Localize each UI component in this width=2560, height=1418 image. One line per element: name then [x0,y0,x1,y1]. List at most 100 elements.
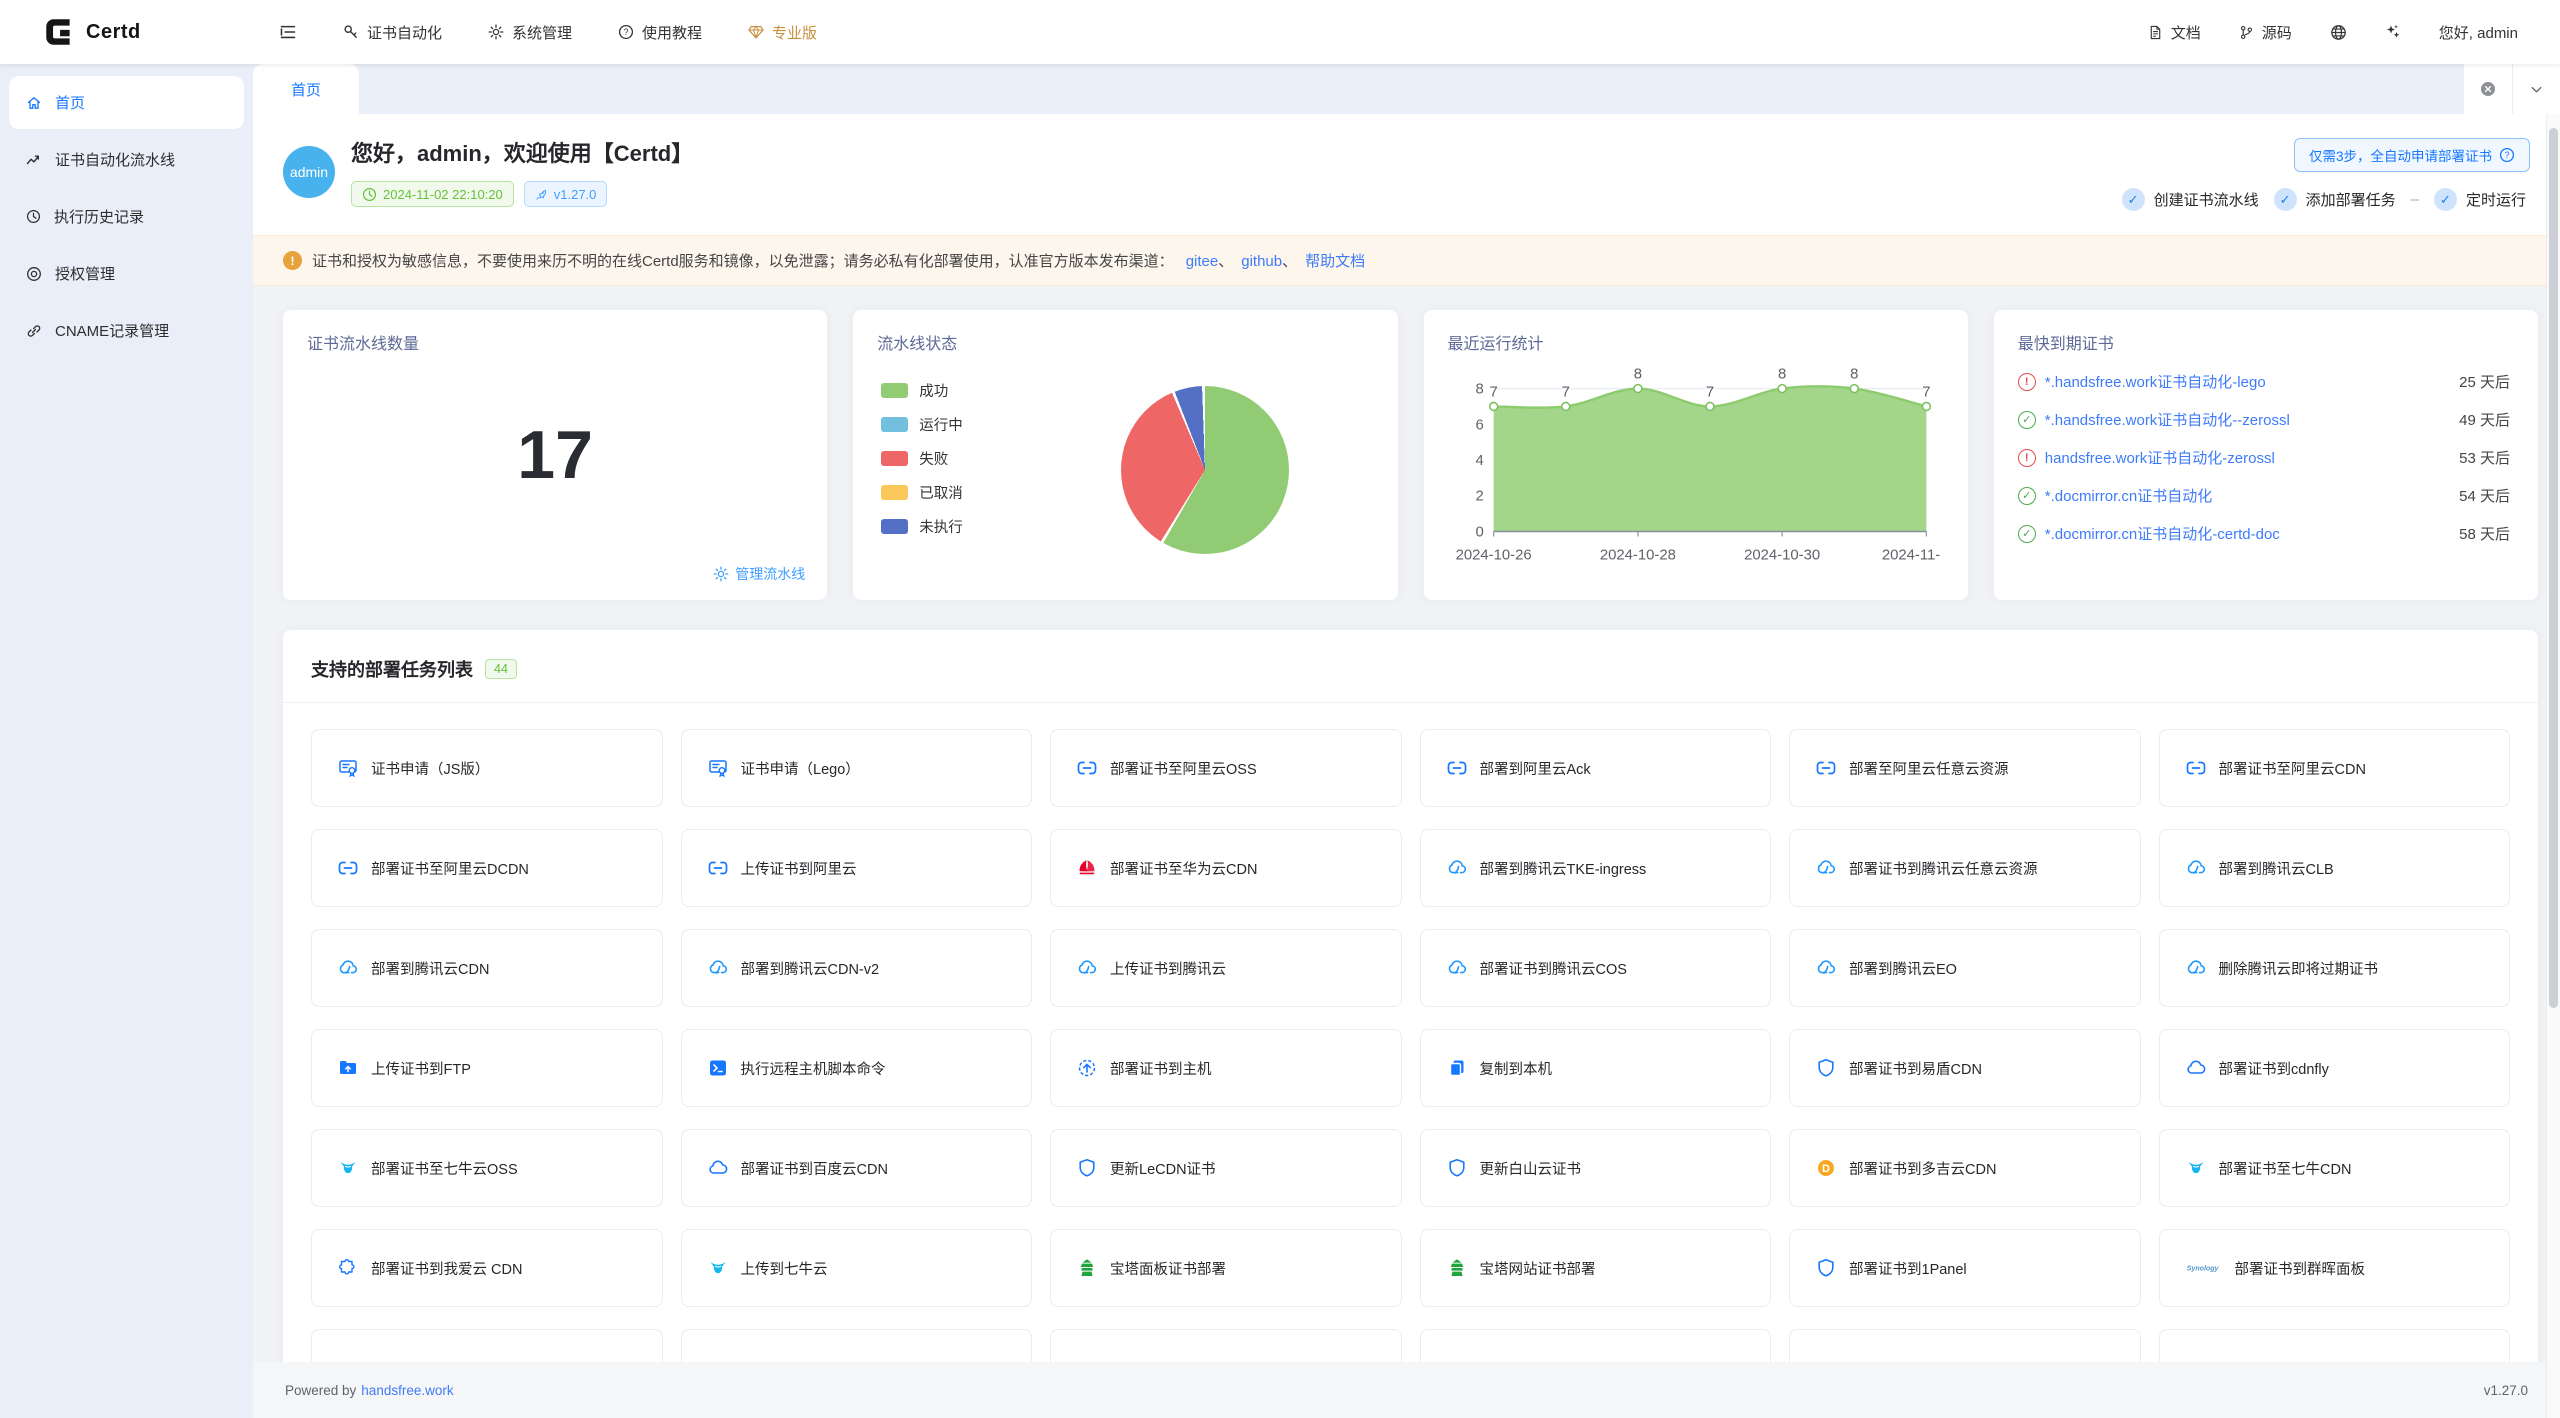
task-card-partial[interactable] [681,1329,1033,1362]
task-card[interactable]: 部署证书到易盾CDN [1789,1029,2141,1107]
task-card[interactable]: 部署证书至七牛云OSS [311,1129,663,1207]
nav-user-menu[interactable]: 您好, admin [2439,22,2518,43]
sidebar-item-cname[interactable]: CNAME记录管理 [9,304,244,357]
task-card[interactable]: 上传到七牛云 [681,1229,1033,1307]
legend-swatch [881,519,908,534]
close-all-tabs-button[interactable] [2464,64,2512,114]
task-card[interactable]: 部署到腾讯云EO [1789,929,2141,1007]
task-card[interactable]: 部署证书到腾讯云COS [1420,929,1772,1007]
task-card[interactable]: 部署证书到1Panel [1789,1229,2141,1307]
task-card[interactable]: 部署证书至阿里云OSS [1050,729,1402,807]
sidebar-item-cname-label: CNAME记录管理 [55,320,169,341]
task-card[interactable]: 部署证书到主机 [1050,1029,1402,1107]
expiring-cert-link[interactable]: *.docmirror.cn证书自动化-certd-doc [2045,523,2450,544]
nav-item-source[interactable]: 源码 [2239,22,2292,43]
task-card[interactable]: 执行远程主机脚本命令 [681,1029,1033,1107]
task-label: 部署证书至七牛CDN [2219,1158,2352,1179]
task-card[interactable]: D部署证书到多吉云CDN [1789,1129,2141,1207]
task-card[interactable]: 部署到腾讯云TKE-ingress [1420,829,1772,907]
sidebar-item-home[interactable]: 首页 [9,76,244,129]
task-card[interactable]: 证书申请（Lego） [681,729,1033,807]
legend-swatch [881,383,908,398]
baota-icon [1447,1258,1467,1278]
task-card[interactable]: 部署证书至华为云CDN [1050,829,1402,907]
shield-icon [1077,1158,1097,1178]
task-label: 宝塔面板证书部署 [1110,1258,1226,1279]
aliyun-icon [2186,758,2206,778]
handsfree-link[interactable]: handsfree.work [361,1383,453,1398]
nav-item-system-management[interactable]: 系统管理 [488,22,572,43]
welcome-section: admin 您好，admin，欢迎使用【Certd】 2024-11-02 22… [253,114,2560,235]
recent-runs-area-chart: 0246877878872024-10-262024-10-282024-10-… [1448,358,1944,572]
nav-language-button[interactable] [2330,24,2347,41]
task-card[interactable]: 证书申请（JS版） [311,729,663,807]
nav-item-cert-automation[interactable]: 证书自动化 [343,22,442,43]
task-card[interactable]: 部署证书到百度云CDN [681,1129,1033,1207]
expiring-cert-link[interactable]: handsfree.work证书自动化-zerossl [2045,447,2450,468]
sidebar-item-auth[interactable]: 授权管理 [9,247,244,300]
task-card[interactable]: 上传证书到FTP [311,1029,663,1107]
qiniu-icon [708,1258,728,1278]
tab-home[interactable]: 首页 [253,64,359,114]
quick-guide-label: 仅需3步，全自动申请部署证书 [2309,145,2492,165]
task-card-partial[interactable] [1420,1329,1772,1362]
task-card[interactable]: 宝塔面板证书部署 [1050,1229,1402,1307]
setup-step: ✓创建证书流水线 [2122,188,2259,211]
task-card[interactable]: 部署证书至阿里云CDN [2159,729,2511,807]
task-card[interactable]: 更新LeCDN证书 [1050,1129,1402,1207]
expiring-cert-link[interactable]: *.handsfree.work证书自动化-lego [2045,371,2450,392]
task-card[interactable]: 部署到腾讯云CDN [311,929,663,1007]
collapse-sidebar-button[interactable] [279,23,297,41]
task-label: 宝塔网站证书部署 [1480,1258,1596,1279]
nav-item-pro-edition[interactable]: 专业版 [748,22,817,43]
deploy-tasks-grid: 证书申请（JS版）证书申请（Lego）部署证书至阿里云OSS部署到阿里云Ack部… [311,729,2510,1362]
task-card-partial[interactable] [1789,1329,2141,1362]
expiring-cert-link[interactable]: *.handsfree.work证书自动化--zerossl [2045,409,2450,430]
svg-text:4: 4 [1475,453,1483,469]
task-card[interactable]: 上传证书到腾讯云 [1050,929,1402,1007]
task-card-partial[interactable] [2159,1329,2511,1362]
sidebar-item-history[interactable]: 执行历史记录 [9,190,244,243]
task-card[interactable]: Synology部署证书到群晖面板 [2159,1229,2511,1307]
task-card[interactable]: 部署证书至七牛CDN [2159,1129,2511,1207]
banner-link[interactable]: github [1241,253,1282,270]
task-card[interactable]: 上传证书到阿里云 [681,829,1033,907]
task-card[interactable]: 部署到腾讯云CLB [2159,829,2511,907]
banner-link[interactable]: 帮助文档 [1305,253,1365,270]
sidebar-item-pipelines[interactable]: 证书自动化流水线 [9,133,244,186]
task-card[interactable]: 部署到腾讯云CDN-v2 [681,929,1033,1007]
task-card[interactable]: 更新白山云证书 [1420,1129,1772,1207]
banner-link[interactable]: gitee [1186,253,1219,270]
task-label: 上传证书到腾讯云 [1110,958,1226,979]
nav-item-tutorial[interactable]: ?使用教程 [618,22,702,43]
task-card[interactable]: 部署证书至阿里云DCDN [311,829,663,907]
manage-pipelines-link[interactable]: 管理流水线 [713,564,805,584]
scrollbar-thumb[interactable] [2549,128,2558,1008]
setup-step: ✓添加部署任务 [2274,188,2396,211]
task-card-partial[interactable] [1050,1329,1402,1362]
quick-guide-button[interactable]: 仅需3步，全自动申请部署证书 ? [2294,138,2530,172]
tencent-icon [338,958,358,978]
task-label: 部署证书到主机 [1110,1058,1212,1079]
warning-text: 证书和授权为敏感信息，不要使用来历不明的在线Certd服务和镜像，以免泄露；请务… [312,250,1174,271]
nav-item-docs-label: 文档 [2171,22,2201,43]
tab-menu-chevron-button[interactable] [2512,64,2560,114]
task-card[interactable]: 部署证书到cdnfly [2159,1029,2511,1107]
security-warning-banner: ! 证书和授权为敏感信息，不要使用来历不明的在线Certd服务和镜像，以免泄露；… [253,235,2560,286]
task-card-partial[interactable] [311,1329,663,1362]
task-card[interactable]: 删除腾讯云即将过期证书 [2159,929,2511,1007]
nav-user-menu-label: 您好, admin [2439,22,2518,43]
nav-item-source-label: 源码 [2262,22,2292,43]
nav-item-docs[interactable]: 文档 [2148,22,2201,43]
task-card[interactable]: 部署至阿里云任意云资源 [1789,729,2141,807]
task-card[interactable]: 复制到本机 [1420,1029,1772,1107]
trend-icon [26,152,42,168]
nav-theme-button[interactable] [2385,24,2401,40]
nav-right: 文档 源码 您好, admin [2148,22,2560,43]
svg-text:8: 8 [1778,367,1786,383]
task-card[interactable]: 部署证书到我爱云 CDN [311,1229,663,1307]
task-card[interactable]: 部署证书到腾讯云任意云资源 [1789,829,2141,907]
task-card[interactable]: 部署到阿里云Ack [1420,729,1772,807]
expiring-cert-link[interactable]: *.docmirror.cn证书自动化 [2045,485,2450,506]
task-card[interactable]: 宝塔网站证书部署 [1420,1229,1772,1307]
